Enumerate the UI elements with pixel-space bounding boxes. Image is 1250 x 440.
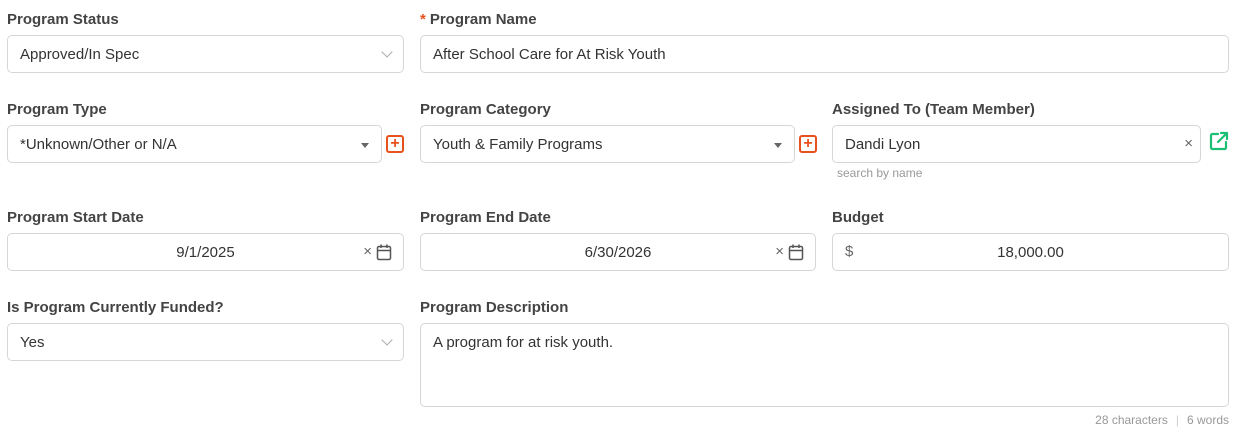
program-type-select[interactable]: *Unknown/Other or N/A — [7, 125, 382, 163]
description-counter: 28 characters | 6 words — [1095, 413, 1229, 427]
required-marker: * — [420, 11, 426, 28]
assigned-to-input[interactable]: Dandi Lyon × — [832, 125, 1201, 163]
start-date-value: 9/1/2025 — [176, 243, 235, 261]
clear-end-date-button[interactable]: × — [775, 243, 784, 260]
plus-icon: + — [390, 135, 400, 152]
add-program-category-button[interactable]: + — [799, 135, 817, 153]
plus-icon: + — [803, 135, 813, 152]
external-link-icon[interactable] — [1209, 131, 1229, 151]
program-category-select[interactable]: Youth & Family Programs — [420, 125, 795, 163]
calendar-icon[interactable] — [376, 244, 392, 265]
chevron-down-icon — [381, 46, 393, 58]
budget-input[interactable]: $ 18,000.00 — [832, 233, 1229, 271]
end-date-input[interactable]: 6/30/2026 × — [420, 233, 816, 271]
assigned-to-hint: search by name — [837, 166, 923, 180]
assigned-to-label: Assigned To (Team Member) — [832, 101, 1035, 118]
description-textarea[interactable]: A program for at risk youth. — [420, 323, 1229, 407]
funded-value: Yes — [20, 333, 45, 351]
program-type-label: Program Type — [7, 101, 107, 118]
description-value: A program for at risk youth. — [433, 334, 614, 351]
end-date-label: Program End Date — [420, 209, 551, 226]
caret-down-icon — [774, 143, 782, 148]
funded-select[interactable]: Yes — [7, 323, 404, 361]
funded-label: Is Program Currently Funded? — [7, 299, 224, 316]
clear-start-date-button[interactable]: × — [363, 243, 372, 260]
program-name-label: * Program Name — [420, 11, 537, 29]
program-status-value: Approved/In Spec — [20, 45, 140, 63]
program-name-value: After School Care for At Risk Youth — [433, 45, 666, 63]
char-count: 28 characters — [1095, 413, 1168, 427]
description-label: Program Description — [420, 299, 569, 316]
start-date-label: Program Start Date — [7, 209, 144, 226]
program-name-label-text: Program Name — [429, 11, 537, 28]
chevron-down-icon — [381, 334, 393, 346]
add-program-type-button[interactable]: + — [386, 135, 404, 153]
word-count: 6 words — [1186, 413, 1229, 427]
budget-label: Budget — [832, 209, 884, 226]
program-status-label: Program Status — [7, 11, 119, 28]
program-status-select[interactable]: Approved/In Spec — [7, 35, 404, 73]
start-date-input[interactable]: 9/1/2025 × — [7, 233, 404, 271]
program-name-input[interactable]: After School Care for At Risk Youth — [420, 35, 1229, 73]
clear-assigned-button[interactable]: × — [1184, 135, 1193, 152]
counter-separator: | — [1175, 413, 1179, 427]
program-type-value: *Unknown/Other or N/A — [20, 135, 177, 153]
program-category-value: Youth & Family Programs — [433, 135, 603, 153]
calendar-icon[interactable] — [788, 244, 804, 265]
end-date-value: 6/30/2026 — [584, 243, 652, 261]
caret-down-icon — [361, 143, 369, 148]
assigned-to-value: Dandi Lyon — [845, 135, 921, 153]
budget-value: 18,000.00 — [997, 243, 1064, 261]
program-category-label: Program Category — [420, 101, 551, 118]
